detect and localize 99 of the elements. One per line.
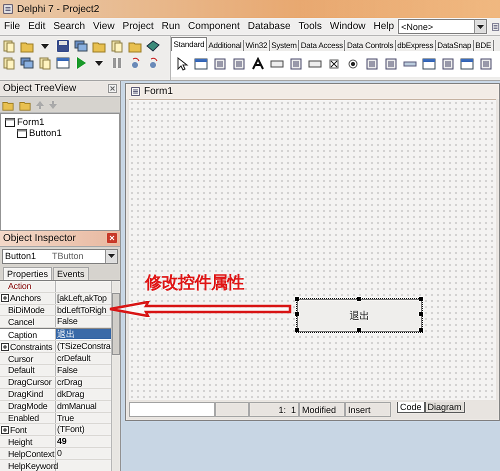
property-name[interactable]: Height: [0, 436, 56, 448]
property-name[interactable]: BiDiMode: [0, 304, 56, 316]
property-value[interactable]: bdLeftToRigh: [56, 304, 111, 316]
form-button[interactable]: 退出: [297, 299, 422, 332]
property-name[interactable]: HelpContext: [0, 448, 56, 460]
add-file-icon[interactable]: [110, 39, 124, 53]
popup-menu-icon[interactable]: [232, 57, 246, 71]
menu-item[interactable]: Tools: [294, 21, 326, 32]
selection-handle[interactable]: [295, 312, 299, 316]
listbox-icon[interactable]: [365, 57, 379, 71]
expand-icon[interactable]: [1, 294, 9, 302]
panel-title: Object TreeView: [3, 83, 76, 94]
expand-icon[interactable]: [1, 426, 9, 434]
tree-item[interactable]: Form1: [17, 117, 44, 128]
memo-icon[interactable]: [289, 57, 303, 71]
property-value[interactable]: (TSizeConstra: [56, 341, 111, 352]
radiogroup-icon[interactable]: [441, 57, 455, 71]
property-value[interactable]: True: [56, 412, 111, 424]
frame-icon[interactable]: [194, 57, 208, 71]
menu-item[interactable]: Database: [244, 21, 295, 32]
cursor-position: 1: 1: [249, 402, 299, 417]
menu-item[interactable]: Search: [49, 21, 90, 32]
annotation-text: 修改控件属性: [145, 272, 244, 294]
pages-icon[interactable]: [38, 56, 52, 70]
status-panel: [215, 402, 249, 417]
menu-item[interactable]: Help: [369, 21, 398, 32]
scrollbar[interactable]: [111, 280, 120, 471]
menu-icon[interactable]: [213, 57, 227, 71]
selection-handle[interactable]: [419, 312, 423, 316]
property-value[interactable]: 0: [56, 448, 111, 460]
menu-item[interactable]: Run: [158, 21, 184, 32]
selection-handle[interactable]: [295, 297, 299, 301]
windows-icon[interactable]: [20, 56, 34, 70]
form-icon: [5, 118, 15, 127]
close-icon[interactable]: [107, 233, 117, 244]
menu-item[interactable]: View: [89, 21, 119, 32]
caret-icon: [476, 24, 484, 28]
selection-handle[interactable]: [419, 297, 423, 301]
close-icon[interactable]: [108, 84, 117, 93]
selection-handle[interactable]: [357, 297, 361, 301]
checkbox-icon[interactable]: [327, 57, 341, 71]
selection-handle[interactable]: [295, 328, 299, 332]
radio-icon[interactable]: [346, 57, 360, 71]
menu-item[interactable]: Window: [326, 21, 370, 32]
property-value[interactable]: [akLeft,akTop: [56, 292, 111, 304]
panel-icon[interactable]: [460, 57, 474, 71]
selection-handle[interactable]: [419, 328, 423, 332]
inspector-tab[interactable]: Properties: [3, 266, 52, 280]
property-value[interactable]: False: [56, 364, 111, 376]
property-name[interactable]: Font: [0, 424, 56, 436]
new-file-icon[interactable]: [2, 39, 16, 53]
property-value[interactable]: False: [56, 316, 111, 328]
palette-tab[interactable]: Standard: [171, 37, 207, 51]
selection-handle[interactable]: [357, 328, 361, 332]
property-name[interactable]: Enabled: [0, 412, 56, 424]
button-icon: [17, 129, 27, 138]
label-icon[interactable]: [251, 57, 265, 71]
property-name[interactable]: Action: [0, 280, 56, 292]
property-name[interactable]: Anchors: [0, 292, 56, 304]
property-name[interactable]: Default: [0, 364, 56, 376]
property-name[interactable]: DragKind: [0, 388, 56, 400]
property-value[interactable]: dmManual: [56, 400, 111, 412]
groupbox-icon[interactable]: [422, 57, 436, 71]
editor-tab[interactable]: Diagram: [424, 402, 465, 413]
windows-icon[interactable]: [74, 39, 88, 53]
property-name[interactable]: Cursor: [0, 353, 56, 364]
property-value[interactable]: 49: [56, 436, 111, 448]
property-name[interactable]: Cancel: [0, 316, 56, 328]
menu-item[interactable]: Component: [184, 21, 244, 32]
window-icon[interactable]: [56, 56, 70, 70]
property-value[interactable]: 退出: [56, 329, 111, 340]
property-value[interactable]: crDefault: [56, 353, 111, 364]
desktop-combo[interactable]: <None>: [398, 19, 487, 34]
component-selector[interactable]: Button1 TButton: [2, 248, 118, 264]
insert-mode: Insert: [345, 402, 391, 417]
property-name[interactable]: HelpKeyword: [0, 460, 56, 471]
window-title: Delphi 7 - Project2: [17, 4, 100, 14]
property-name[interactable]: Constraints: [0, 341, 56, 352]
copy-icon[interactable]: [2, 56, 16, 70]
pointer-icon[interactable]: [175, 57, 189, 71]
caret-icon: [108, 254, 115, 258]
expand-icon[interactable]: [1, 342, 9, 351]
combobox-icon[interactable]: [384, 57, 398, 71]
modified-status: Modified: [299, 402, 345, 417]
menu-item[interactable]: Project: [118, 21, 158, 32]
property-value[interactable]: crDrag: [56, 376, 111, 388]
form-title: Form1: [144, 86, 173, 97]
property-value[interactable]: (TFont): [56, 424, 111, 436]
menu-item[interactable]: Edit: [24, 21, 50, 32]
editor-tab[interactable]: Code: [397, 402, 425, 413]
panel-title: Object Inspector: [3, 232, 76, 244]
actionlist-icon[interactable]: [479, 57, 493, 71]
tree-item[interactable]: Button1: [29, 128, 62, 139]
save-icon[interactable]: [56, 39, 70, 53]
property-name[interactable]: DragMode: [0, 400, 56, 412]
inspector-tab[interactable]: Events: [53, 266, 89, 280]
property-value[interactable]: dkDrag: [56, 388, 111, 400]
menu-item[interactable]: File: [0, 21, 24, 32]
property-name[interactable]: DragCursor: [0, 376, 56, 388]
